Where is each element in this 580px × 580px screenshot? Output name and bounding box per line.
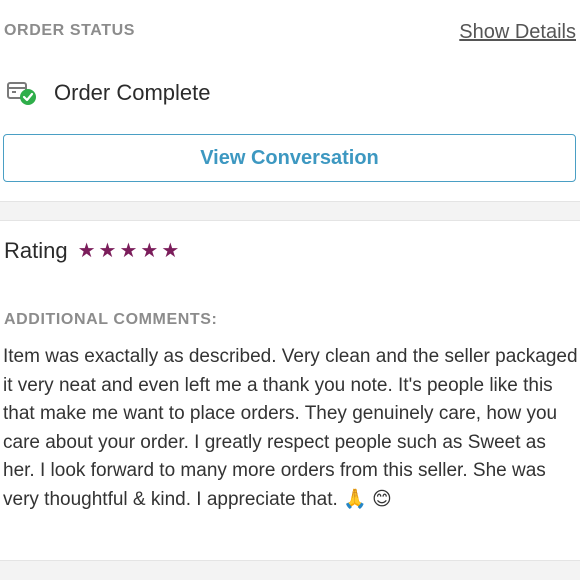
star-icon: ★ bbox=[140, 240, 159, 262]
rating-label: Rating bbox=[4, 238, 68, 263]
show-details-link[interactable]: Show Details bbox=[459, 21, 576, 44]
view-conversation-button[interactable]: View Conversation bbox=[3, 134, 576, 182]
star-icon: ★ bbox=[119, 240, 138, 262]
order-status-label: ORDER STATUS bbox=[4, 22, 136, 39]
order-status-row: Order Complete bbox=[6, 78, 211, 108]
star-icon: ★ bbox=[77, 240, 96, 262]
package-check-icon bbox=[6, 78, 38, 108]
comment-text: Item was exactally as described. Very cl… bbox=[3, 346, 578, 510]
additional-comments-label: ADDITIONAL COMMENTS: bbox=[4, 311, 218, 328]
rating-stars: ★ ★ ★ ★ ★ bbox=[78, 241, 183, 261]
star-icon: ★ bbox=[98, 240, 117, 262]
section-divider-bottom bbox=[0, 560, 580, 580]
section-divider bbox=[0, 201, 580, 221]
order-status-text: Order Complete bbox=[54, 80, 211, 105]
order-detail-page: ORDER STATUS Show Details Order Complete… bbox=[0, 0, 580, 580]
rating-row: Rating ★ ★ ★ ★ ★ bbox=[4, 238, 182, 264]
star-icon: ★ bbox=[161, 240, 180, 262]
